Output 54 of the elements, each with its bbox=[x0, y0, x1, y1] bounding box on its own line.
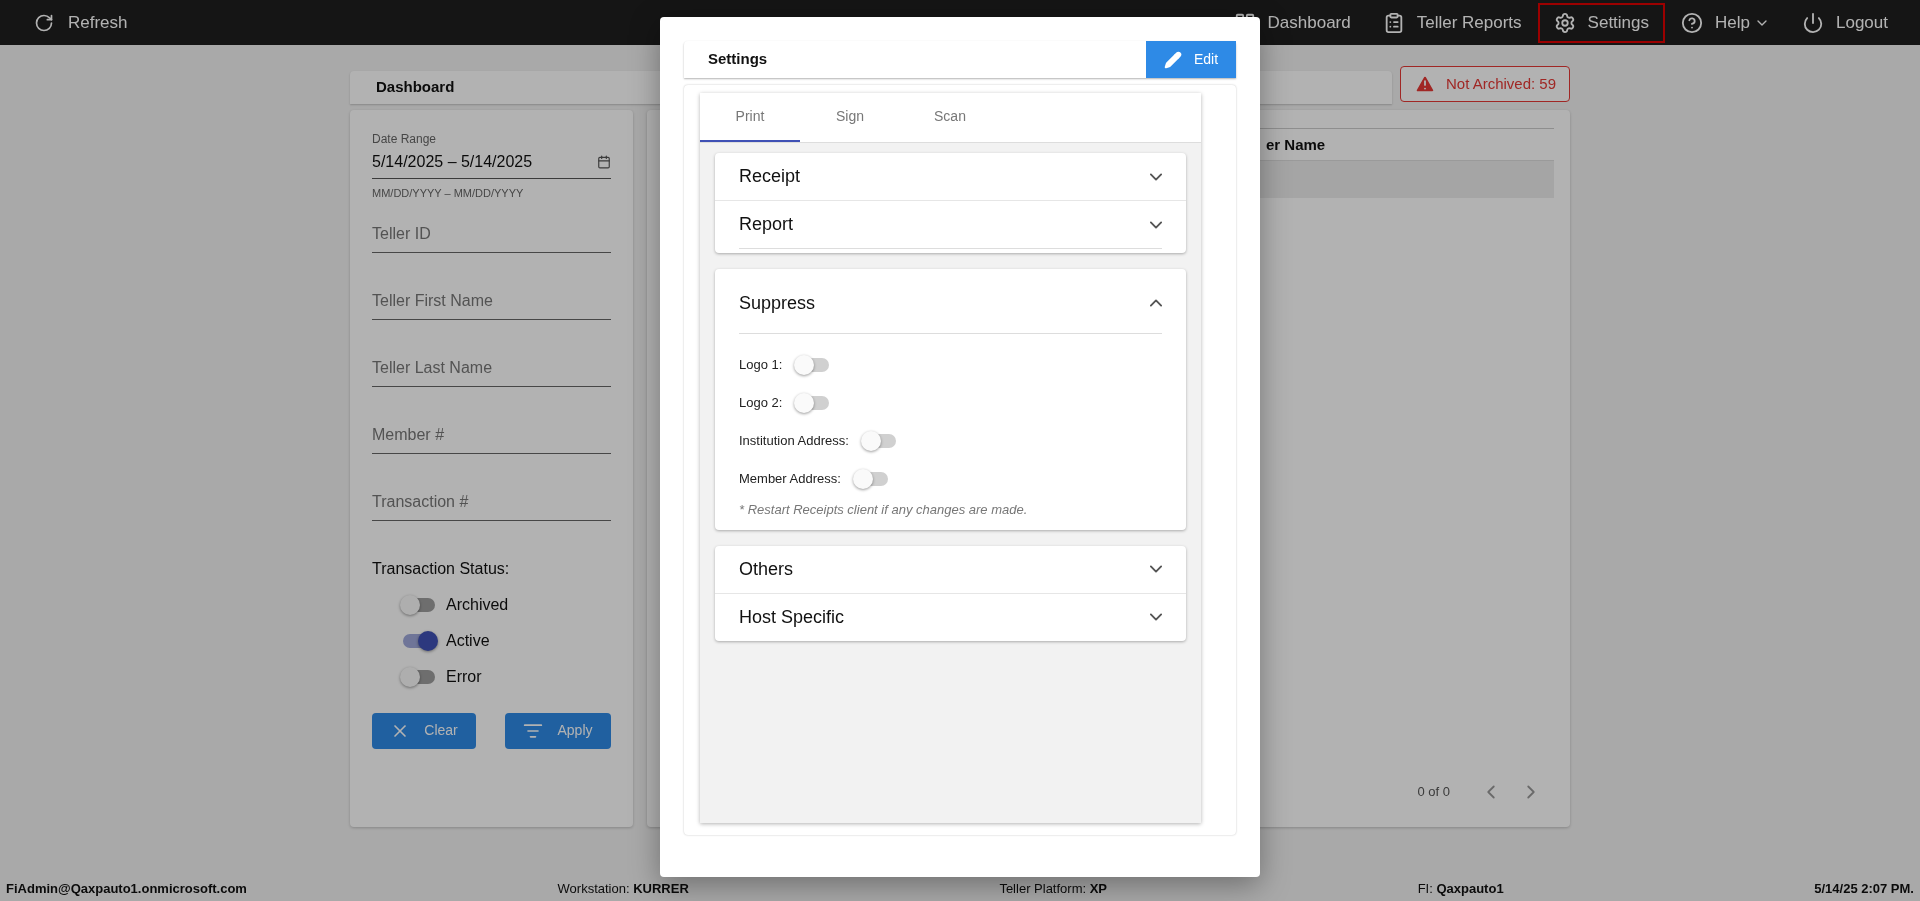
toggle-label: Error bbox=[446, 666, 482, 687]
status-label: Transaction Status: bbox=[372, 558, 511, 579]
option-label: Institution Address: bbox=[739, 432, 849, 451]
nav-link[interactable]: Settings bbox=[1537, 2, 1666, 43]
date-value: 5/14/2025 – 5/14/2025 bbox=[372, 152, 533, 172]
power-icon bbox=[1802, 11, 1824, 34]
status-text: Teller Platform: XP bbox=[999, 879, 1108, 898]
chevron-down-icon bbox=[1150, 565, 1162, 573]
refresh-button[interactable]: Refresh bbox=[30, 4, 132, 41]
text-field[interactable]: Transaction # bbox=[372, 483, 611, 521]
accordion-header[interactable]: Receipt bbox=[715, 153, 1186, 200]
status-text: FiAdmin@Qaxpauto1.onmicrosoft.com bbox=[6, 879, 247, 898]
refresh-icon bbox=[34, 12, 54, 33]
accordion-header[interactable]: Suppress bbox=[715, 269, 1186, 333]
chevron-down-icon bbox=[1150, 613, 1162, 621]
status-text: 5/14/25 2:07 PM. bbox=[1814, 879, 1914, 898]
dialog-title: Settings bbox=[708, 49, 768, 70]
field-hint: MM/DD/YYYY – MM/DD/YYYY bbox=[372, 186, 525, 201]
status-text: FI: Qaxpauto1 bbox=[1417, 879, 1504, 898]
warning-icon bbox=[1413, 73, 1436, 95]
chevron-down-icon bbox=[1150, 172, 1162, 181]
date-range-field[interactable]: Date Range 5/14/2025 – 5/14/2025 bbox=[372, 130, 611, 179]
accordion-header[interactable]: Report bbox=[715, 201, 1186, 248]
toggle-label: Archived bbox=[446, 594, 509, 615]
tab[interactable]: Print bbox=[700, 93, 800, 142]
option-label: Logo 1: bbox=[739, 356, 783, 375]
chevron-up-icon bbox=[1150, 299, 1162, 307]
accordion-header[interactable]: Others bbox=[715, 545, 1186, 593]
dashboard-title: Dashboard bbox=[376, 77, 455, 98]
pagination-text: 0 of 0 bbox=[1417, 783, 1450, 802]
tab[interactable]: Sign bbox=[800, 93, 900, 142]
nav-link[interactable]: Logout bbox=[1786, 2, 1904, 43]
toggle-label: Active bbox=[446, 630, 490, 651]
text-field[interactable]: Member # bbox=[372, 416, 611, 454]
help-icon bbox=[1681, 11, 1704, 34]
accordion-header[interactable]: Host Specific bbox=[715, 593, 1186, 641]
tab[interactable]: Scan bbox=[900, 93, 1000, 142]
column-header: er Name bbox=[1266, 134, 1326, 155]
text-field[interactable]: Teller Last Name bbox=[372, 349, 611, 387]
text-field[interactable]: Teller ID bbox=[372, 215, 611, 253]
nav-link[interactable]: Teller Reports bbox=[1366, 2, 1538, 43]
restart-note: * Restart Receipts client if any changes are made. bbox=[739, 501, 1029, 519]
pencil-icon bbox=[1163, 50, 1182, 69]
nav-link[interactable]: Help bbox=[1665, 2, 1786, 43]
chevron-down-icon bbox=[1150, 220, 1162, 229]
text-field[interactable]: Teller First Name bbox=[372, 282, 611, 320]
option-label: Logo 2: bbox=[739, 394, 783, 413]
option-label: Member Address: bbox=[739, 470, 841, 489]
badge-text: Not Archived: 59 bbox=[1445, 73, 1557, 94]
calendar-icon[interactable] bbox=[597, 155, 611, 169]
field-label: Date Range bbox=[372, 131, 438, 148]
edit-button[interactable]: Edit bbox=[1146, 41, 1236, 78]
settings-icon bbox=[1553, 11, 1576, 34]
status-text: Workstation: KURRER bbox=[557, 879, 689, 898]
